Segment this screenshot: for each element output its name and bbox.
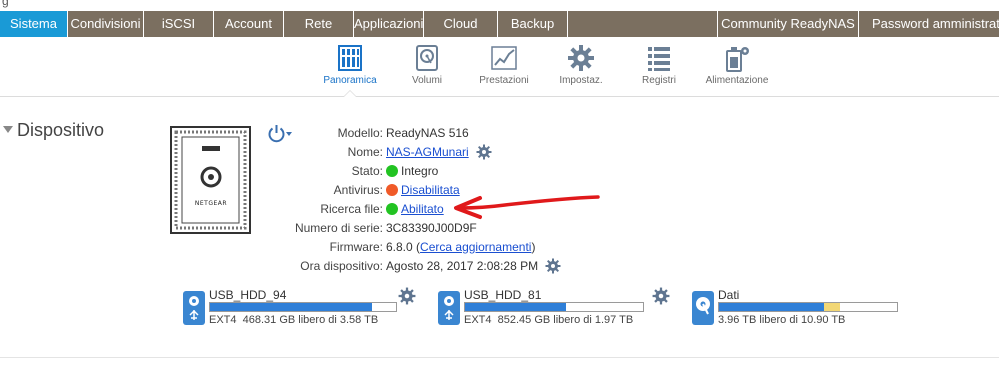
paren-close: ) (531, 240, 536, 254)
prop-status: Stato: Integro (280, 162, 610, 180)
prop-label: Antivirus: (333, 183, 383, 197)
volume-card[interactable]: USB_HDD_94 EXT4 468.31 GB libero di 3.58… (182, 287, 422, 328)
active-subnav-caret (343, 90, 357, 97)
subnav-label: Impostaz. (559, 75, 603, 86)
volume-card[interactable]: USB_HDD_81 EXT4 852.45 GB libero di 1.97… (437, 287, 677, 328)
prop-label: Stato: (351, 164, 383, 178)
device-name-link[interactable]: NAS-AGMunari (386, 145, 469, 159)
cropped-title: g (2, 0, 9, 8)
prop-label: Nome: (347, 145, 383, 159)
prop-model: Modello: ReadyNAS 516 (280, 124, 610, 142)
section-divider (0, 357, 999, 358)
prop-label: Ricerca file: (320, 202, 383, 216)
disk-volume-icon (692, 291, 714, 325)
subnav-registri[interactable]: Registri (614, 43, 704, 86)
tab-applicazioni[interactable]: Applicazioni (354, 11, 424, 37)
volume-used-fill (465, 303, 567, 311)
collapse-triangle-icon (3, 126, 13, 133)
tab-sistema[interactable]: Sistema (0, 11, 68, 37)
volume-name: Dati (718, 288, 740, 302)
volume-name: USB_HDD_81 (464, 288, 542, 302)
sub-nav: Panoramica Volumi Prestazioni Impostaz. … (0, 37, 999, 97)
prop-serial: Numero di serie: 3C83390J00D9F (280, 219, 610, 237)
overview-icon (338, 45, 362, 71)
volume-free: 468.31 GB libero di 3.58 TB (242, 314, 379, 326)
disk-icon (416, 45, 438, 71)
tab-password-amministratore[interactable]: Password amministratore (859, 11, 999, 37)
subnav-label: Registri (642, 75, 676, 86)
list-icon (648, 47, 670, 71)
prop-value: ReadyNAS 516 (386, 126, 469, 140)
tab-account[interactable]: Account (214, 11, 284, 37)
file-search-link[interactable]: Abilitato (401, 202, 444, 216)
tab-iscsi[interactable]: iSCSI (144, 11, 214, 37)
gear-icon (568, 45, 594, 71)
performance-icon (491, 46, 517, 70)
volume-fs: EXT4 (464, 314, 492, 326)
volume-info: EXT4 852.45 GB libero di 1.97 TB (464, 314, 633, 326)
prop-label: Ora dispositivo: (300, 259, 383, 273)
volume-reserved-fill (824, 303, 841, 311)
settings-gear-icon[interactable] (545, 258, 561, 274)
window-top-strip: g (0, 0, 999, 11)
prop-label: Modello: (337, 126, 383, 140)
tab-community-readynas[interactable]: Community ReadyNAS (718, 11, 859, 37)
volume-fs: EXT4 (209, 314, 237, 326)
volume-card[interactable]: Dati 3.96 TB libero di 10.90 TB (691, 288, 911, 328)
volume-settings-gear-icon[interactable] (398, 287, 416, 305)
prop-value: Agosto 28, 2017 2:08:28 PM (386, 259, 539, 273)
volume-used-fill (210, 303, 372, 311)
tab-cloud[interactable]: Cloud (424, 11, 498, 37)
device-image: NETGEAR (170, 126, 251, 234)
volume-free: 852.45 GB libero di 1.97 TB (497, 314, 634, 326)
usb-drive-icon (438, 291, 460, 325)
volume-info: EXT4 468.31 GB libero di 3.58 TB (209, 314, 378, 326)
volume-usage-bar (718, 302, 898, 312)
check-updates-link[interactable]: Cerca aggiornamenti (420, 240, 531, 254)
usb-drive-icon (183, 291, 205, 325)
status-off-dot (386, 184, 398, 196)
prop-value: 3C83390J00D9F (386, 221, 477, 235)
main-nav: Sistema Condivisioni iSCSI Account Rete … (0, 11, 999, 37)
status-ok-dot (386, 203, 398, 215)
tab-rete[interactable]: Rete (284, 11, 354, 37)
prop-value: Integro (401, 164, 439, 178)
annotation-arrow (454, 195, 600, 219)
settings-gear-icon[interactable] (476, 144, 492, 160)
nav-spacer (568, 11, 718, 37)
subnav-alimentazione[interactable]: Alimentazione (692, 43, 782, 86)
prop-label: Numero di serie: (294, 221, 383, 235)
tab-backup[interactable]: Backup (498, 11, 568, 37)
prop-firmware: Firmware: 6.8.0 (Cerca aggiornamenti) (280, 238, 610, 256)
volume-name: USB_HDD_94 (209, 288, 287, 302)
volume-settings-gear-icon[interactable] (652, 287, 670, 305)
section-title-text: Dispositivo (17, 120, 105, 140)
prop-label: Firmware: (329, 240, 383, 254)
section-title[interactable]: Dispositivo (3, 120, 104, 141)
prop-value: 6.8.0 (386, 240, 413, 254)
volume-used-fill (719, 303, 825, 311)
volume-info: 3.96 TB libero di 10.90 TB (718, 314, 846, 326)
status-ok-dot (386, 165, 398, 177)
device-brand: NETGEAR (195, 200, 227, 207)
tab-condivisioni[interactable]: Condivisioni (68, 11, 144, 37)
power-settings-icon (726, 47, 749, 72)
subnav-impostazioni[interactable]: Impostaz. (536, 43, 626, 86)
volume-usage-bar (464, 302, 644, 312)
prop-name: Nome: NAS-AGMunari (280, 143, 610, 161)
volume-usage-bar (209, 302, 397, 312)
subnav-label: Alimentazione (705, 75, 769, 86)
prop-device-time: Ora dispositivo: Agosto 28, 2017 2:08:28… (280, 257, 610, 275)
